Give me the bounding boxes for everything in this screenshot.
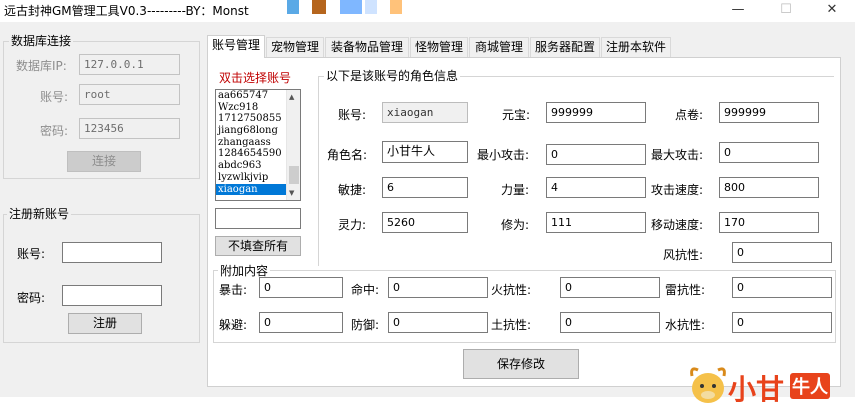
role-move-speed-input[interactable]: 170	[719, 212, 819, 233]
account-list-item[interactable]: 1284654590	[216, 148, 286, 160]
account-listbox[interactable]: aa665747 Wzc918 1712750855 jiang68long zhang…	[215, 89, 301, 201]
show-all-button[interactable]: 不填查所有	[215, 236, 301, 256]
role-info-legend: 以下是该账号的角色信息	[324, 67, 461, 84]
db-ip-label: 数据库IP:	[16, 59, 67, 73]
db-pass-label: 密码:	[40, 124, 69, 138]
extra-dodge-input[interactable]: 0	[259, 312, 343, 333]
tab-pet-management[interactable]: 宠物管理	[266, 37, 324, 57]
extra-earth-res-input[interactable]: 0	[560, 312, 660, 333]
register-legend: 注册新账号	[7, 205, 72, 222]
tab-monster-management[interactable]: 怪物管理	[410, 37, 468, 57]
role-cultivation-label: 修为:	[501, 218, 530, 232]
register-account-input[interactable]	[62, 242, 162, 263]
scroll-up-icon[interactable]: ▲	[289, 93, 294, 101]
tab-equipment-management[interactable]: 装备物品管理	[325, 37, 409, 57]
title-decoration	[390, 0, 402, 14]
register-account-label: 账号:	[17, 247, 46, 261]
extra-hit-label: 命中:	[351, 283, 380, 297]
role-max-attack-input[interactable]: 0	[719, 142, 819, 163]
extra-defense-input[interactable]: 0	[388, 312, 488, 333]
role-cultivation-input[interactable]: 111	[546, 212, 646, 233]
extra-fire-res-input[interactable]: 0	[560, 277, 660, 298]
extra-thunder-res-label: 雷抗性:	[665, 283, 706, 297]
extra-water-res-label: 水抗性:	[665, 318, 706, 332]
extra-water-res-input[interactable]: 0	[732, 312, 832, 333]
role-agility-label: 敏捷:	[338, 183, 367, 197]
role-agility-input[interactable]: 6	[382, 177, 468, 198]
role-attack-speed-label: 攻击速度:	[651, 183, 704, 197]
watermark-text: 小甘	[728, 373, 785, 406]
role-strength-input[interactable]: 4	[546, 177, 646, 198]
role-points-label: 点卷:	[675, 108, 704, 122]
title-decoration	[340, 0, 362, 14]
extra-hit-input[interactable]: 0	[388, 277, 488, 298]
close-button[interactable]: ✕	[812, 0, 852, 20]
account-list-item[interactable]: Wzc918	[216, 102, 286, 114]
role-min-attack-label: 最小攻击:	[477, 148, 530, 162]
account-list-item[interactable]: zhangaass	[216, 137, 286, 149]
scroll-down-icon[interactable]: ▼	[289, 189, 294, 197]
role-spirit-input[interactable]: 5260	[382, 212, 468, 233]
role-max-attack-label: 最大攻击:	[651, 148, 704, 162]
register-password-label: 密码:	[17, 291, 46, 305]
register-password-input[interactable]	[62, 285, 162, 306]
account-list-item[interactable]: xiaogan	[216, 183, 286, 196]
role-attack-speed-input[interactable]: 800	[719, 177, 819, 198]
role-gold-label: 元宝:	[502, 108, 531, 122]
db-user-label: 账号:	[40, 90, 69, 104]
db-connection-legend: 数据库连接	[9, 32, 74, 49]
window-title: 远古封神GM管理工具V0.3---------BY：Monst	[4, 4, 249, 18]
db-pass-field[interactable]: 123456	[79, 118, 180, 139]
role-spirit-label: 灵力:	[338, 218, 367, 232]
role-name-input[interactable]: 小甘牛人	[382, 141, 468, 163]
db-ip-field[interactable]: 127.0.0.1	[79, 54, 180, 75]
extra-earth-res-label: 土抗性:	[491, 318, 532, 332]
extra-crit-input[interactable]: 0	[259, 277, 343, 298]
title-decoration	[365, 0, 377, 14]
account-list-item[interactable]: aa665747	[216, 90, 286, 102]
maximize-button[interactable]: ☐	[766, 0, 806, 20]
account-filter-input[interactable]	[215, 208, 301, 229]
account-list-heading: 双击选择账号	[219, 71, 292, 85]
scrollbar-thumb[interactable]	[289, 166, 299, 184]
tab-account-management[interactable]: 账号管理	[207, 35, 265, 58]
tab-register-software[interactable]: 注册本软件	[601, 37, 671, 57]
db-user-field[interactable]: root	[79, 84, 180, 105]
save-button[interactable]: 保存修改	[463, 349, 579, 379]
account-list-item[interactable]: jiang68long	[216, 125, 286, 137]
account-list-item[interactable]: lyzwlkjvip	[216, 172, 286, 184]
role-wind-res-label: 风抗性:	[663, 248, 704, 262]
role-account-field: xiaogan	[382, 102, 468, 123]
account-list-item[interactable]: 1712750855	[216, 113, 286, 125]
title-decoration	[312, 0, 326, 14]
role-points-input[interactable]: 999999	[719, 102, 819, 123]
tab-server-config[interactable]: 服务器配置	[530, 37, 600, 57]
extra-defense-label: 防御:	[351, 318, 380, 332]
role-name-label: 角色名:	[327, 148, 368, 162]
role-wind-res-input[interactable]: 0	[732, 242, 832, 263]
tab-mall-management[interactable]: 商城管理	[469, 37, 529, 57]
watermark-badge: 牛人	[790, 373, 830, 399]
minimize-button[interactable]: —	[718, 0, 758, 20]
extra-thunder-res-input[interactable]: 0	[732, 277, 832, 298]
register-button[interactable]: 注册	[68, 313, 142, 334]
role-strength-label: 力量:	[501, 183, 530, 197]
role-account-label: 账号:	[338, 108, 367, 122]
extra-crit-label: 暴击:	[219, 283, 248, 297]
role-gold-input[interactable]: 999999	[546, 102, 646, 123]
account-list-scrollbar[interactable]: ▲ ▼	[286, 90, 300, 200]
bull-logo-icon	[690, 367, 726, 403]
extra-dodge-label: 躲避:	[219, 318, 248, 332]
connect-button[interactable]: 连接	[67, 151, 141, 172]
role-move-speed-label: 移动速度:	[651, 218, 704, 232]
role-min-attack-input[interactable]: 0	[546, 144, 646, 165]
account-list-item[interactable]: abdc963	[216, 160, 286, 172]
title-decoration	[287, 0, 299, 14]
extra-fire-res-label: 火抗性:	[491, 283, 532, 297]
